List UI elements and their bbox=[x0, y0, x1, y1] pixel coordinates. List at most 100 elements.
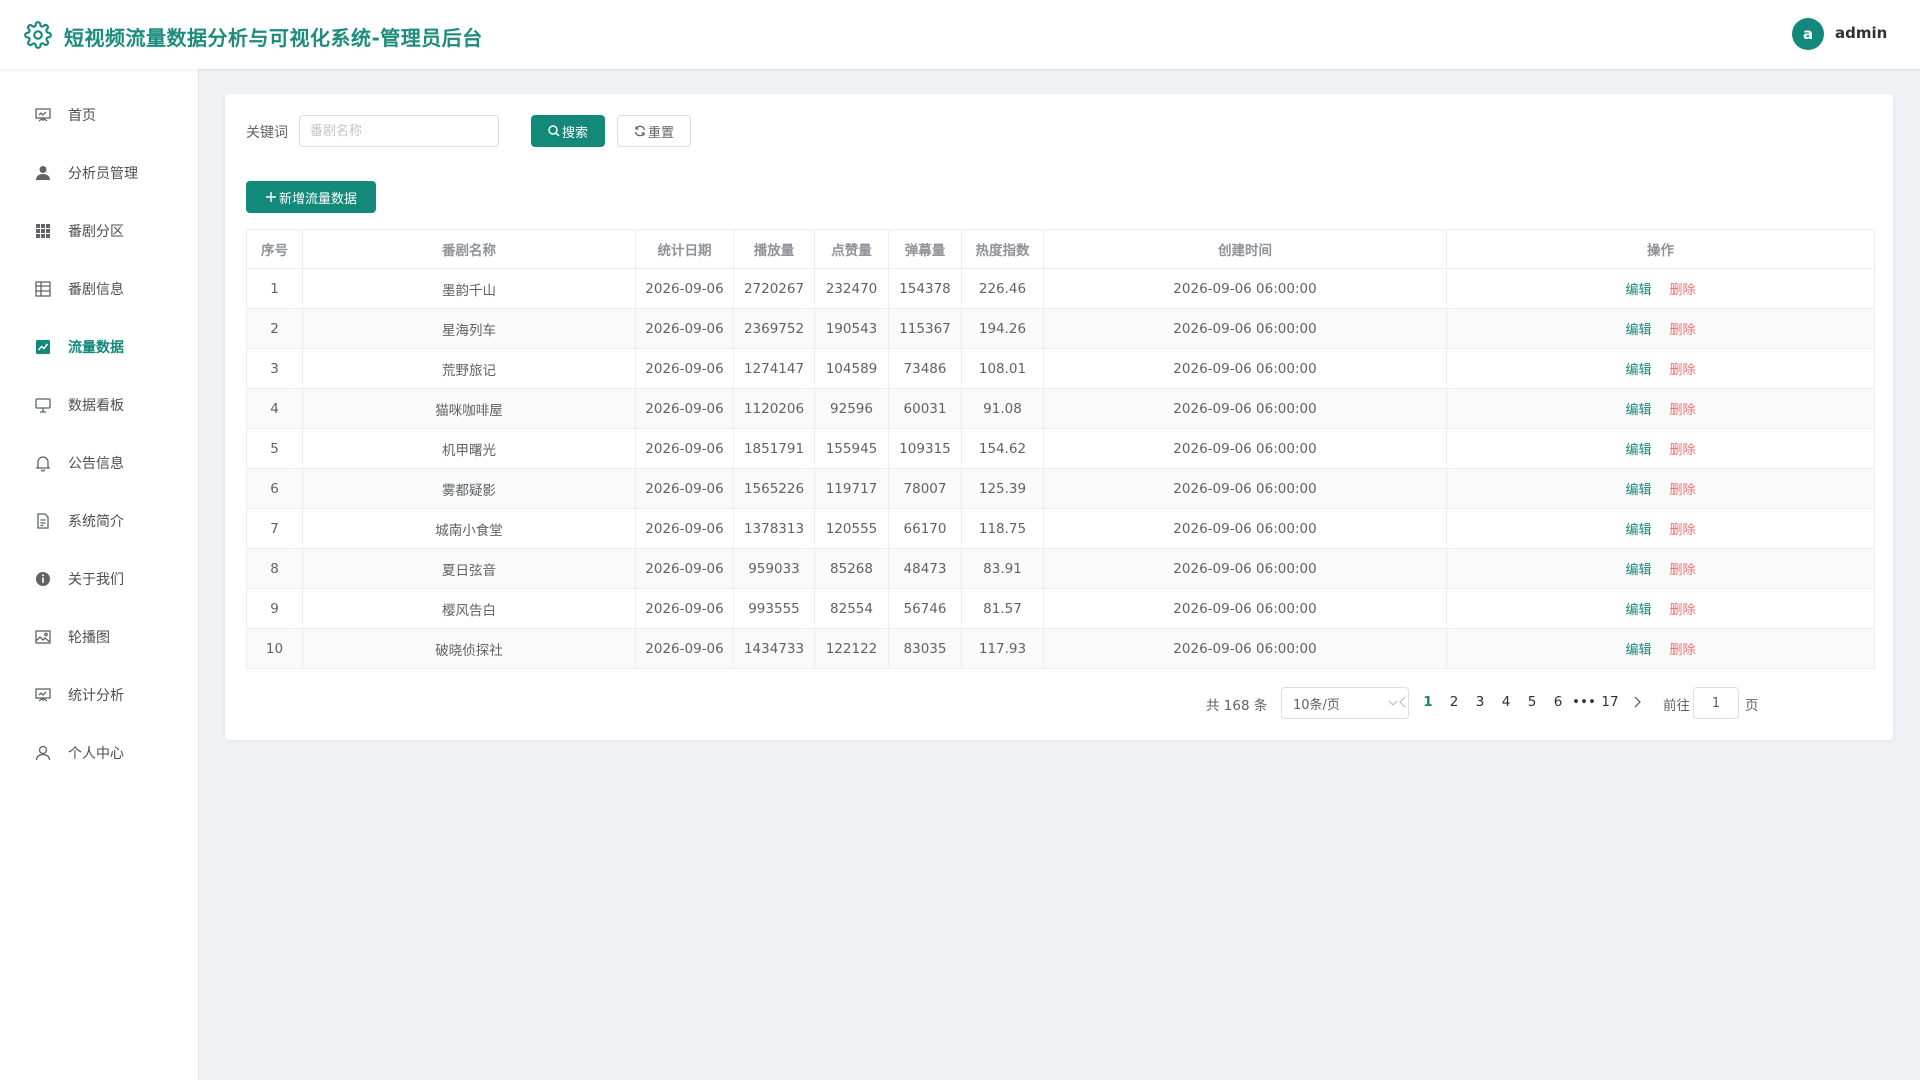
sidebar-item-about-us[interactable]: 关于我们 bbox=[0, 550, 199, 608]
column-header: 点赞量 bbox=[814, 229, 889, 269]
actions-cell: 编辑 删除 bbox=[1446, 348, 1875, 389]
table-cell: 1120206 bbox=[733, 388, 815, 429]
table-cell: 1565226 bbox=[733, 468, 815, 509]
table-cell: 2026-09-06 06:00:00 bbox=[1043, 628, 1447, 669]
add-traffic-data-button[interactable]: 新增流量数据 bbox=[246, 181, 376, 213]
sidebar-item-series-info[interactable]: 番剧信息 bbox=[0, 260, 199, 318]
edit-button[interactable]: 编辑 bbox=[1625, 363, 1651, 378]
table-cell: 1434733 bbox=[733, 628, 815, 669]
table-cell: 2026-09-06 bbox=[635, 628, 734, 669]
refresh-icon bbox=[634, 125, 646, 137]
page-ellipsis[interactable]: ••• bbox=[1572, 694, 1596, 710]
delete-button[interactable]: 删除 bbox=[1670, 323, 1696, 338]
page-number[interactable]: 4 bbox=[1494, 694, 1518, 710]
table-cell: 2026-09-06 06:00:00 bbox=[1043, 308, 1447, 349]
username[interactable]: admin bbox=[1835, 24, 1887, 42]
sidebar-item-label: 番剧分区 bbox=[68, 224, 124, 240]
edit-button[interactable]: 编辑 bbox=[1625, 443, 1651, 458]
delete-button[interactable]: 删除 bbox=[1670, 283, 1696, 298]
table-row: 8 夏日弦音 2026-09-06 959033 85268 48473 83.91 2026… bbox=[246, 548, 1875, 589]
delete-button[interactable]: 删除 bbox=[1670, 363, 1696, 378]
actions-cell: 编辑 删除 bbox=[1446, 508, 1875, 549]
edit-button[interactable]: 编辑 bbox=[1625, 603, 1651, 618]
delete-button[interactable]: 删除 bbox=[1670, 523, 1696, 538]
edit-button[interactable]: 编辑 bbox=[1625, 323, 1651, 338]
sidebar-item-home[interactable]: 首页 bbox=[0, 86, 199, 144]
sidebar-item-profile[interactable]: 个人中心 bbox=[0, 724, 199, 782]
sidebar-item-traffic-data[interactable]: 流量数据 bbox=[0, 318, 199, 376]
search-button[interactable]: 搜索 bbox=[531, 115, 605, 147]
traffic-data-table: 序号 番剧名称 统计日期 播放量 点赞量 弹幕量 热度指数 创建时间 操作 1墨… bbox=[246, 229, 1875, 669]
table-row: 2 星海列车 2026-09-06 2369752 190543 115367 194.26… bbox=[246, 308, 1875, 349]
table-cell: 92596 bbox=[814, 388, 889, 429]
sidebar-item-dashboard[interactable]: 数据看板 bbox=[0, 376, 199, 434]
sidebar-item-statistics[interactable]: 统计分析 bbox=[0, 666, 199, 724]
sidebar-item-announcements[interactable]: 公告信息 bbox=[0, 434, 199, 492]
sidebar-item-categories[interactable]: 番剧分区 bbox=[0, 202, 199, 260]
page-number[interactable]: 5 bbox=[1520, 694, 1544, 710]
document-icon bbox=[37, 513, 49, 529]
plus-icon bbox=[265, 192, 276, 202]
grid-icon bbox=[36, 224, 50, 238]
table-cell: 2720267 bbox=[733, 268, 815, 309]
table-cell: 48473 bbox=[888, 548, 962, 589]
sidebar-item-label: 数据看板 bbox=[68, 398, 124, 414]
table-row: 5 机甲曙光 2026-09-06 1851791 155945 109315 154.62… bbox=[246, 428, 1875, 469]
edit-button[interactable]: 编辑 bbox=[1625, 643, 1651, 658]
content-card: 关键词 搜索 重置 新增流量数据 序号 番剧名称 统计日期 播放量 点赞量 弹幕… bbox=[225, 94, 1893, 740]
page-number[interactable]: 1 bbox=[1416, 694, 1440, 710]
page-number[interactable]: 3 bbox=[1468, 694, 1492, 710]
sidebar-item-label: 公告信息 bbox=[68, 456, 124, 472]
table-cell: 125.39 bbox=[961, 468, 1044, 509]
table-icon bbox=[35, 281, 51, 297]
delete-button[interactable]: 删除 bbox=[1670, 443, 1696, 458]
edit-button[interactable]: 编辑 bbox=[1625, 403, 1651, 418]
table-cell: 2026-09-06 bbox=[635, 508, 734, 549]
table-cell: 城南小食堂 bbox=[302, 508, 636, 549]
edit-button[interactable]: 编辑 bbox=[1625, 483, 1651, 498]
table-cell: 91.08 bbox=[961, 388, 1044, 429]
page-number[interactable]: 17 bbox=[1598, 694, 1622, 710]
table-cell: 墨韵千山 bbox=[302, 268, 636, 309]
avatar[interactable]: a bbox=[1792, 18, 1824, 50]
table-cell: 155945 bbox=[814, 428, 889, 469]
delete-button[interactable]: 删除 bbox=[1670, 483, 1696, 498]
table-cell: 机甲曙光 bbox=[302, 428, 636, 469]
page-number[interactable]: 2 bbox=[1442, 694, 1466, 710]
table-cell: 82554 bbox=[814, 588, 889, 629]
page-size-select[interactable]: 10条/页 bbox=[1281, 687, 1409, 719]
sidebar-item-analysts[interactable]: 分析员管理 bbox=[0, 144, 199, 202]
reset-button[interactable]: 重置 bbox=[617, 115, 691, 147]
sidebar-item-carousel[interactable]: 轮播图 bbox=[0, 608, 199, 666]
table-cell: 2 bbox=[246, 308, 303, 349]
delete-button[interactable]: 删除 bbox=[1670, 563, 1696, 578]
table-cell: 荒野旅记 bbox=[302, 348, 636, 389]
table-cell: 83.91 bbox=[961, 548, 1044, 589]
delete-button[interactable]: 删除 bbox=[1670, 603, 1696, 618]
edit-button[interactable]: 编辑 bbox=[1625, 283, 1651, 298]
sidebar-item-system-intro[interactable]: 系统简介 bbox=[0, 492, 199, 550]
table-cell: 120555 bbox=[814, 508, 889, 549]
prev-page-icon[interactable] bbox=[1395, 694, 1411, 710]
next-page-icon[interactable] bbox=[1629, 694, 1645, 710]
table-cell: 7 bbox=[246, 508, 303, 549]
reset-button-label: 重置 bbox=[647, 125, 674, 141]
actions-cell: 编辑 删除 bbox=[1446, 268, 1875, 309]
table-cell: 56746 bbox=[888, 588, 962, 629]
keyword-input[interactable] bbox=[299, 115, 499, 147]
delete-button[interactable]: 删除 bbox=[1670, 403, 1696, 418]
info-icon bbox=[36, 572, 50, 586]
column-header: 统计日期 bbox=[635, 229, 734, 269]
edit-button[interactable]: 编辑 bbox=[1625, 563, 1651, 578]
table-cell: 190543 bbox=[814, 308, 889, 349]
page-number[interactable]: 6 bbox=[1546, 694, 1570, 710]
chart-icon bbox=[36, 340, 50, 354]
search-icon bbox=[548, 125, 560, 137]
delete-button[interactable]: 删除 bbox=[1670, 643, 1696, 658]
table-cell: 81.57 bbox=[961, 588, 1044, 629]
table-cell: 232470 bbox=[814, 268, 889, 309]
presentation-icon bbox=[35, 108, 51, 122]
goto-page-input[interactable] bbox=[1693, 687, 1739, 719]
sidebar: 首页 分析员管理 番剧分区 番剧信息 流量数据 数据看板 公告信息 系统简介 关… bbox=[0, 69, 199, 1080]
edit-button[interactable]: 编辑 bbox=[1625, 523, 1651, 538]
